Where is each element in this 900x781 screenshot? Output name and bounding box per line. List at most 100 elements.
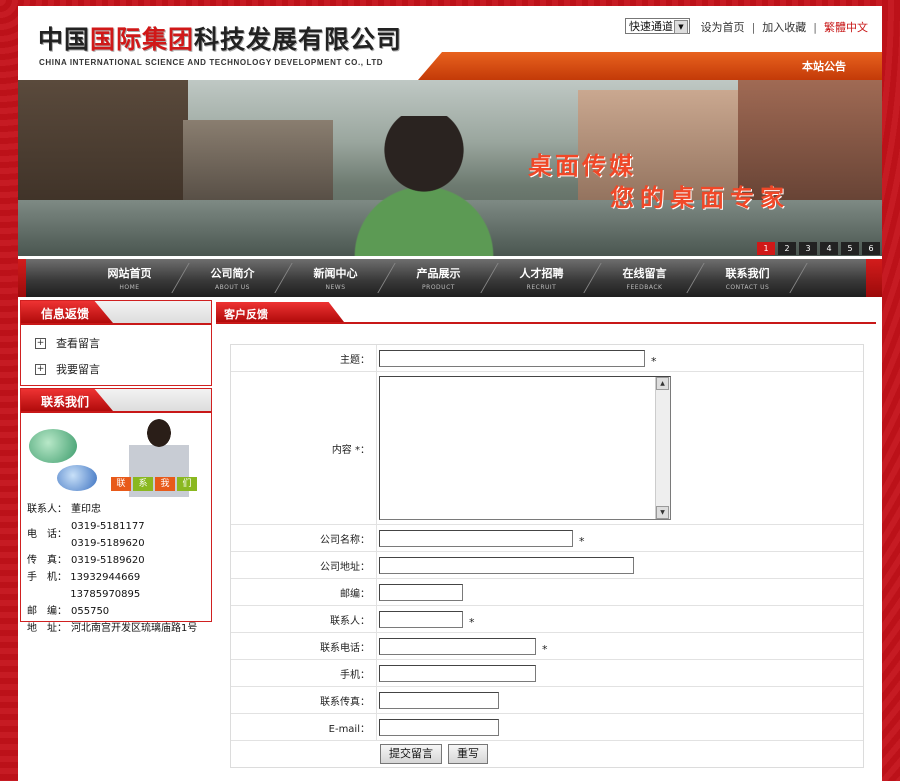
- nav-feedback-en: FEEDBACK: [626, 284, 663, 291]
- email-input[interactable]: [379, 718, 499, 736]
- plus-icon: +: [35, 337, 46, 349]
- banner-slogan-1: 桌面传媒: [528, 151, 636, 180]
- required-mark: *: [579, 534, 585, 548]
- banner-page-1[interactable]: 1: [757, 242, 775, 255]
- form-row-address: 公司地址：: [231, 552, 863, 579]
- fax-input[interactable]: [379, 691, 499, 709]
- feedback-form: 主题： * 内容 *： ▲ ▼ 公司名称： * 公司地址： 邮编： 联系人： *…: [230, 344, 864, 768]
- contact-info: 联系人： 董印忠 电 话： 0319-5181177 0319-5189620 传 真…: [21, 497, 211, 637]
- phone-label: 联系电话：: [231, 633, 377, 659]
- address-label: 公司地址：: [231, 552, 377, 578]
- content-label: 内容 *：: [231, 372, 377, 524]
- company-logo[interactable]: 中国国际集团科技发展有限公司: [38, 20, 402, 56]
- company-english-name: CHINA INTERNATIONAL SCIENCE AND TECHNOLO…: [39, 58, 384, 67]
- company-label: 公司名称：: [231, 525, 377, 551]
- subject-label: 主题：: [231, 345, 377, 371]
- content-textarea[interactable]: ▲ ▼: [379, 376, 671, 520]
- contact-box: 联系我们 联 系 我 们 联系人： 董印忠 电 话： 0319-5181177 031…: [20, 388, 212, 634]
- nav-contact-en: CONTACT US: [725, 284, 770, 291]
- form-row-phone: 联系电话： *: [231, 633, 863, 660]
- view-messages-link[interactable]: + 查看留言: [35, 335, 211, 351]
- email-icon: [57, 465, 97, 491]
- submit-button[interactable]: 提交留言: [380, 744, 442, 764]
- email-label: E-mail：: [231, 714, 377, 740]
- feedback-box-title: 信息返馈: [41, 307, 90, 321]
- leave-message-link[interactable]: + 我要留言: [35, 361, 211, 377]
- buttons-spacer: [231, 741, 377, 767]
- company-input[interactable]: [379, 529, 573, 547]
- leave-message-label: 我要留言: [56, 363, 100, 376]
- form-row-contact: 联系人： *: [231, 606, 863, 633]
- banner-page-2[interactable]: 2: [778, 242, 796, 255]
- contact-person-row: 联系人： 董印忠: [27, 501, 211, 518]
- mobile-label: 手机：: [231, 660, 377, 686]
- nav-feedback[interactable]: 在线留言 FEEDBACK: [593, 259, 696, 297]
- form-row-email: E-mail：: [231, 714, 863, 741]
- scroll-up-icon[interactable]: ▲: [656, 377, 669, 390]
- reset-button[interactable]: 重写: [448, 744, 488, 764]
- banner-slogan-2: 您的桌面专家: [610, 183, 790, 212]
- nav-product[interactable]: 产品展示 PRODUCT: [387, 259, 490, 297]
- nav-home[interactable]: 网站首页 HOME: [78, 259, 181, 297]
- form-row-mobile: 手机：: [231, 660, 863, 687]
- traditional-chinese-link[interactable]: 繁體中文: [824, 21, 868, 34]
- header: 中国国际集团科技发展有限公司 CHINA INTERNATIONAL SCIEN…: [18, 6, 882, 80]
- nav-bar: 网站首页 HOME 公司简介 ABOUT US 新闻中心 NEWS 产品展示 PRODU…: [26, 259, 866, 297]
- zip-input[interactable]: [379, 583, 463, 601]
- contact-box-header: 联系我们: [21, 389, 211, 413]
- address-input[interactable]: [379, 556, 634, 574]
- contact-tel-1: 0319-5181177: [71, 521, 145, 532]
- contact-fax-label: 传 真：: [27, 555, 67, 566]
- banner-page-6[interactable]: 6: [862, 242, 880, 255]
- contact-box-title: 联系我们: [41, 395, 90, 409]
- nav-contact-label: 联系我们: [725, 267, 770, 280]
- phone-input[interactable]: [379, 637, 536, 655]
- subject-input[interactable]: [379, 349, 645, 367]
- main-header: 客户反馈: [216, 302, 876, 324]
- nav-recruit-label: 人才招聘: [519, 267, 564, 280]
- nav-home-label: 网站首页: [107, 267, 152, 280]
- banner: 桌面传媒 您的桌面专家 1 2 3 4 5 6: [18, 80, 882, 256]
- contact-person-input[interactable]: [379, 610, 463, 628]
- notice-bar: 本站公告: [418, 52, 882, 80]
- contact-tel-2: 0319-5189620: [71, 538, 145, 549]
- contact-image: 联 系 我 们: [21, 415, 211, 497]
- contact-tag-char: 们: [177, 477, 197, 491]
- chevron-down-icon[interactable]: ▼: [674, 20, 688, 34]
- nav-product-label: 产品展示: [416, 267, 461, 280]
- banner-page-5[interactable]: 5: [841, 242, 859, 255]
- nav-about[interactable]: 公司简介 ABOUT US: [181, 259, 284, 297]
- required-mark: *: [542, 642, 548, 656]
- contact-tag-char: 联: [111, 477, 131, 491]
- nav-contact[interactable]: 联系我们 CONTACT US: [696, 259, 799, 297]
- scroll-down-icon[interactable]: ▼: [656, 506, 669, 519]
- fax-label: 联系传真：: [231, 687, 377, 713]
- top-links: 设为首页 | 加入收藏 | 繁體中文: [699, 19, 870, 35]
- logo-part-red: 国际集团: [90, 26, 195, 54]
- textarea-scrollbar[interactable]: ▲ ▼: [655, 377, 670, 519]
- phone-icon: [29, 429, 77, 463]
- banner-page-4[interactable]: 4: [820, 242, 838, 255]
- contact-tag: 联 系 我 们: [111, 477, 197, 491]
- nav-about-label: 公司简介: [210, 267, 255, 280]
- feedback-box-header: 信息返馈: [21, 301, 211, 325]
- contact-address-label: 地 址：: [27, 623, 67, 634]
- nav-recruit[interactable]: 人才招聘 RECRUIT: [490, 259, 593, 297]
- divider: |: [751, 21, 756, 34]
- notice-label[interactable]: 本站公告: [802, 58, 846, 74]
- banner-page-3[interactable]: 3: [799, 242, 817, 255]
- nav-home-en: HOME: [119, 284, 140, 291]
- form-row-company: 公司名称： *: [231, 525, 863, 552]
- contact-mobile-value: 13932944669 13785970895: [70, 572, 141, 600]
- required-mark: *: [651, 354, 657, 368]
- quick-access-select[interactable]: 快速通道 ▼: [625, 18, 690, 34]
- contact-person-field-label: 联系人：: [231, 606, 377, 632]
- main-nav: 网站首页 HOME 公司简介 ABOUT US 新闻中心 NEWS 产品展示 PRODU…: [18, 259, 882, 297]
- mobile-input[interactable]: [379, 664, 536, 682]
- set-homepage-link[interactable]: 设为首页: [701, 21, 745, 34]
- nav-news[interactable]: 新闻中心 NEWS: [284, 259, 387, 297]
- nav-recruit-en: RECRUIT: [526, 284, 557, 291]
- add-favorite-link[interactable]: 加入收藏: [762, 21, 806, 34]
- contact-person-value: 董印忠: [71, 504, 101, 515]
- contact-zip-row: 邮 编： 055750: [27, 603, 211, 620]
